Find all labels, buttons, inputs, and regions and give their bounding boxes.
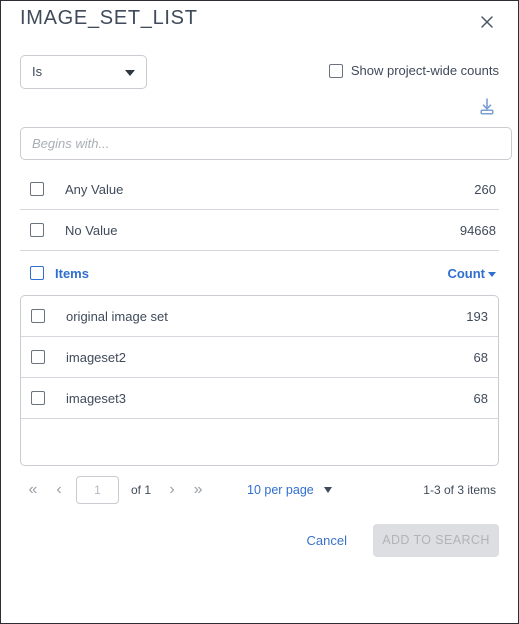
list-item-count: 68 [473,390,488,406]
download-row [11,97,508,123]
list-item-checkbox[interactable] [31,350,45,364]
any-value-checkbox[interactable] [30,182,44,196]
operator-select[interactable]: Is [20,55,147,89]
no-value-row[interactable]: No Value 94668 [20,210,499,251]
cancel-button[interactable]: Cancel [303,527,351,554]
any-value-label: Any Value [65,181,124,197]
chevron-down-icon [125,70,135,76]
download-icon[interactable] [477,97,497,117]
no-value-label: No Value [65,222,118,238]
list-item-label: imageset2 [66,349,126,365]
dialog-footer: Cancel ADD TO SEARCH [20,514,499,566]
close-icon[interactable] [474,9,500,35]
screenshot-root: IMAGE_SET_LIST Is Show project-wide coun… [0,0,519,624]
caret-down-icon [323,487,332,493]
download-icon-glyph [480,98,494,115]
add-to-search-button[interactable]: ADD TO SEARCH [373,523,499,557]
list-item[interactable]: imageset3 68 [21,378,498,419]
search-input[interactable] [20,127,512,160]
count-sort-button[interactable]: Count [447,266,496,281]
list-item-checkbox[interactable] [31,309,45,323]
caret-down-icon [488,271,496,277]
list-item-checkbox[interactable] [31,391,45,405]
any-value-count: 260 [474,181,496,197]
list-item[interactable]: original image set 193 [21,296,498,337]
list-item-count: 68 [473,349,488,365]
per-page-label: 10 per page [247,483,314,497]
previous-page-icon[interactable]: ‹ [46,481,72,499]
list-item-count: 193 [466,308,488,324]
condition-row: Is Show project-wide counts [11,47,508,97]
select-all-items-checkbox[interactable] [30,266,44,280]
list-item-label: imageset3 [66,390,126,406]
image-set-list-dialog: IMAGE_SET_LIST Is Show project-wide coun… [1,1,518,623]
show-project-wide-counts-toggle[interactable]: Show project-wide counts [328,63,499,78]
list-item[interactable]: imageset2 68 [21,337,498,378]
no-value-checkbox[interactable] [30,223,44,237]
operator-select-value: Is [32,64,43,79]
meta-value-list: Any Value 260 No Value 94668 [20,169,499,251]
search-row [11,123,512,169]
item-range-label: 1-3 of 3 items [423,483,496,497]
dialog-header: IMAGE_SET_LIST [11,1,508,47]
per-page-select[interactable]: 10 per page [247,483,332,497]
next-page-icon[interactable]: › [159,481,185,499]
pagination: « ‹ of 1 › » 10 per page 1-3 of 3 items [20,466,499,514]
close-icon-glyph [481,16,493,28]
items-header-label[interactable]: Items [55,266,89,281]
list-item-label: original image set [66,308,168,324]
page-total-label: of 1 [131,483,152,497]
last-page-icon[interactable]: » [185,481,211,499]
show-project-wide-counts-checkbox[interactable] [328,63,343,78]
items-list: original image set 193 imageset2 68 imag… [20,295,499,466]
no-value-count: 94668 [459,222,496,238]
count-sort-label: Count [447,265,485,281]
any-value-row[interactable]: Any Value 260 [20,169,499,210]
page-number-input[interactable] [76,476,119,504]
items-header: Items Count [20,251,499,295]
page-title: IMAGE_SET_LIST [20,7,198,29]
first-page-icon[interactable]: « [20,481,46,499]
show-project-wide-counts-label: Show project-wide counts [350,63,499,78]
